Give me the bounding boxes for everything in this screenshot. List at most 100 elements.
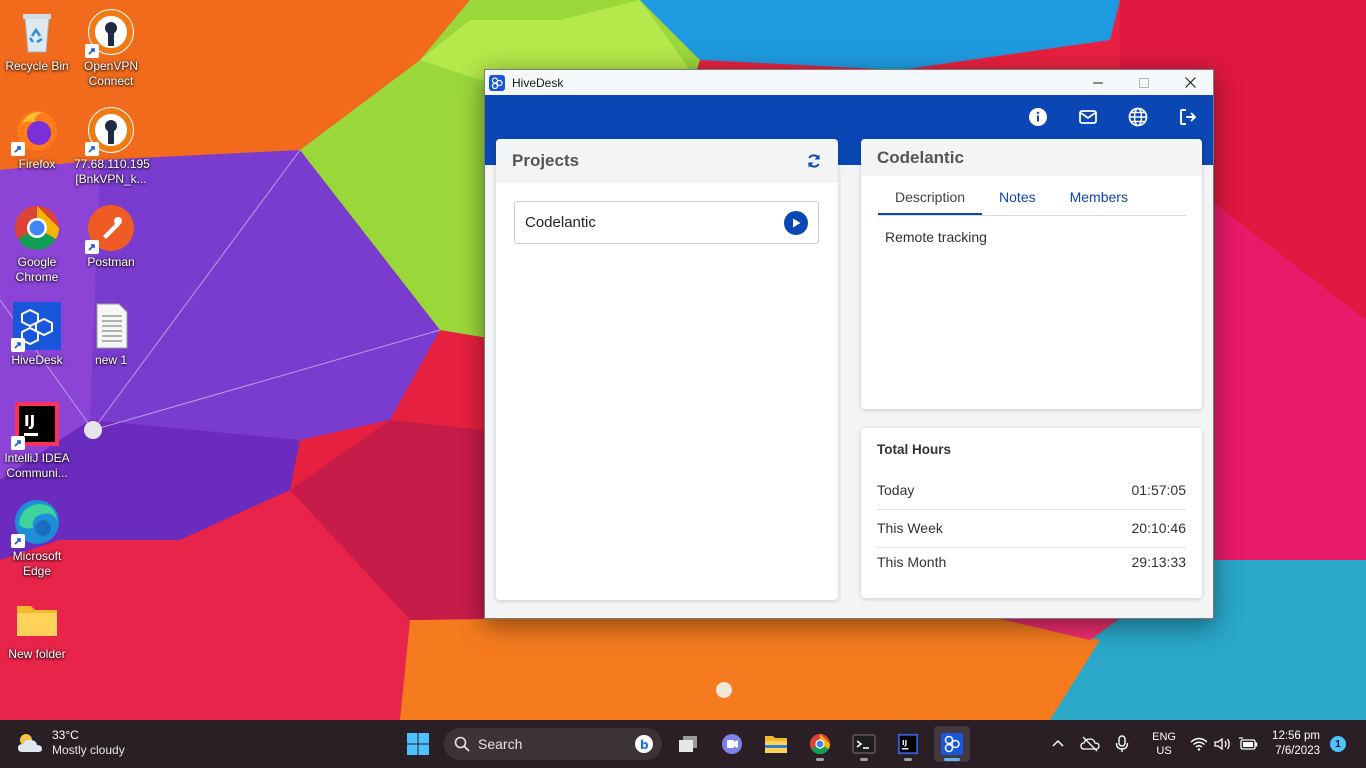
microphone-icon — [1115, 735, 1129, 752]
desktop-icon-label: 77.68.110.195 [BnkVPN_k... — [74, 157, 150, 186]
weather-condition: Mostly cloudy — [52, 743, 125, 757]
hivedesk-icon — [941, 733, 963, 755]
file-explorer-button[interactable] — [758, 726, 794, 762]
system-tray: ENG US 12:56 pm 7/6/2023 1 — [1042, 720, 1366, 768]
mail-icon — [1079, 110, 1097, 124]
total-hours-title: Total Hours — [877, 442, 951, 457]
desktop-icon-label: Firefox — [18, 157, 56, 171]
tab-notes[interactable]: Notes — [982, 183, 1053, 215]
task-view-icon — [679, 736, 697, 752]
globe-button[interactable] — [1127, 106, 1149, 128]
taskbar-apps: Search b IJ — [400, 724, 970, 764]
taskbar-search[interactable]: Search b — [444, 728, 662, 760]
start-tracking-button[interactable] — [784, 210, 808, 235]
desktop-icon-label: OpenVPN Connect — [83, 59, 139, 88]
show-hidden-icons-button[interactable] — [1042, 738, 1074, 750]
desktop-icon-recycle-bin[interactable]: Recycle Bin — [0, 8, 74, 74]
hivedesk-taskbar-button[interactable] — [934, 726, 970, 762]
hours-row-week: This Week 20:10:46 — [877, 520, 1186, 548]
hours-value: 01:57:05 — [1131, 482, 1187, 498]
chat-icon — [722, 734, 742, 754]
desktop-icon-label: Recycle Bin — [5, 59, 69, 73]
close-icon — [1184, 77, 1196, 88]
play-icon — [793, 218, 801, 227]
hivedesk-window: HiveDesk Projects Codelantic Codelantic … — [484, 69, 1214, 619]
notification-badge[interactable]: 1 — [1330, 736, 1346, 752]
tab-members[interactable]: Members — [1053, 183, 1145, 215]
window-titlebar[interactable]: HiveDesk — [485, 70, 1213, 95]
hours-label: This Week — [877, 520, 943, 536]
hivedesk-icon — [11, 302, 61, 352]
logout-icon — [1180, 109, 1197, 125]
info-button[interactable] — [1027, 106, 1049, 128]
cloudy-icon — [18, 734, 42, 752]
terminal-taskbar-button[interactable] — [846, 726, 882, 762]
app-body: Projects Codelantic Codelantic Descripti… — [485, 139, 1213, 618]
desktop-icon-edge[interactable]: Microsoft Edge — [0, 498, 74, 579]
intellij-taskbar-button[interactable]: IJ — [890, 726, 926, 762]
teams-chat-button[interactable] — [714, 726, 750, 762]
postman-icon — [85, 204, 135, 254]
onedrive-button[interactable] — [1074, 736, 1106, 752]
start-button[interactable] — [400, 726, 436, 762]
desktop-icon-chrome[interactable]: Google Chrome — [0, 204, 74, 285]
cloud-offline-icon — [1080, 736, 1100, 752]
folder-icon — [13, 596, 61, 644]
tab-description[interactable]: Description — [878, 183, 983, 215]
maximize-button[interactable] — [1121, 70, 1167, 95]
hours-row-month: This Month 29:13:33 — [877, 554, 1186, 578]
hours-value: 20:10:46 — [1131, 520, 1187, 536]
terminal-icon — [852, 734, 876, 754]
mail-button[interactable] — [1077, 106, 1099, 128]
openvpn-icon — [85, 106, 135, 156]
bing-icon: b — [635, 735, 653, 753]
folder-icon — [765, 736, 787, 753]
hours-row-today: Today 01:57:05 — [877, 482, 1186, 510]
clock[interactable]: 12:56 pm 7/6/2023 — [1272, 729, 1320, 759]
desktop-icon-vpn-profile[interactable]: 77.68.110.195 [BnkVPN_k... — [74, 106, 150, 187]
refresh-icon — [808, 154, 820, 168]
weather-widget[interactable]: 33°C Mostly cloudy — [16, 728, 125, 758]
project-item[interactable]: Codelantic — [514, 201, 819, 244]
app-topbar — [485, 95, 1213, 139]
desktop-icon-label: IntelliJ IDEA Communi... — [4, 451, 70, 480]
hours-label: This Month — [877, 554, 947, 570]
projects-header: Projects — [496, 139, 838, 183]
logout-button[interactable] — [1177, 106, 1199, 128]
refresh-button[interactable] — [806, 153, 822, 169]
taskbar: 33°C Mostly cloudy Search b IJ ENG US 12… — [0, 720, 1366, 768]
project-name: Codelantic — [525, 214, 596, 231]
hours-label: Today — [877, 482, 915, 498]
search-icon — [454, 736, 470, 752]
desktop-icon-new-folder[interactable]: New folder — [0, 596, 74, 662]
language-code: ENG — [1152, 731, 1176, 743]
desktop-icon-openvpn[interactable]: OpenVPN Connect — [74, 8, 148, 89]
info-icon — [1029, 108, 1047, 126]
windows-icon — [407, 733, 429, 755]
region-code: US — [1156, 745, 1172, 757]
desktop-icon-intellij[interactable]: IJ IntelliJ IDEA Communi... — [0, 400, 74, 481]
quick-settings-button[interactable] — [1190, 737, 1258, 751]
desktop-icon-firefox[interactable]: Firefox — [0, 106, 74, 172]
chrome-taskbar-button[interactable] — [802, 726, 838, 762]
taskview-button[interactable] — [670, 726, 706, 762]
desktop-icon-label: Postman — [87, 255, 135, 269]
recycle-bin-icon — [13, 8, 61, 56]
desktop-icon-label: HiveDesk — [11, 353, 63, 367]
projects-title: Projects — [512, 151, 580, 170]
detail-tabs: Description Notes Members — [878, 183, 1186, 216]
desktop-icon-label: New folder — [8, 647, 66, 661]
close-button[interactable] — [1167, 70, 1213, 95]
battery-icon — [1239, 737, 1258, 750]
chrome-icon — [13, 204, 61, 252]
language-indicator[interactable]: ENG US — [1144, 730, 1184, 758]
desktop-icon-label: new 1 — [94, 353, 128, 367]
desktop-icon-new-1[interactable]: new 1 — [74, 302, 148, 368]
desktop-icon-postman[interactable]: Postman — [74, 204, 148, 270]
intellij-icon: IJ — [11, 400, 61, 450]
edge-icon — [11, 498, 61, 548]
minimize-button[interactable] — [1075, 70, 1121, 95]
svg-text:IJ: IJ — [902, 739, 907, 747]
desktop-icon-hivedesk[interactable]: HiveDesk — [0, 302, 74, 368]
microphone-button[interactable] — [1106, 735, 1138, 753]
